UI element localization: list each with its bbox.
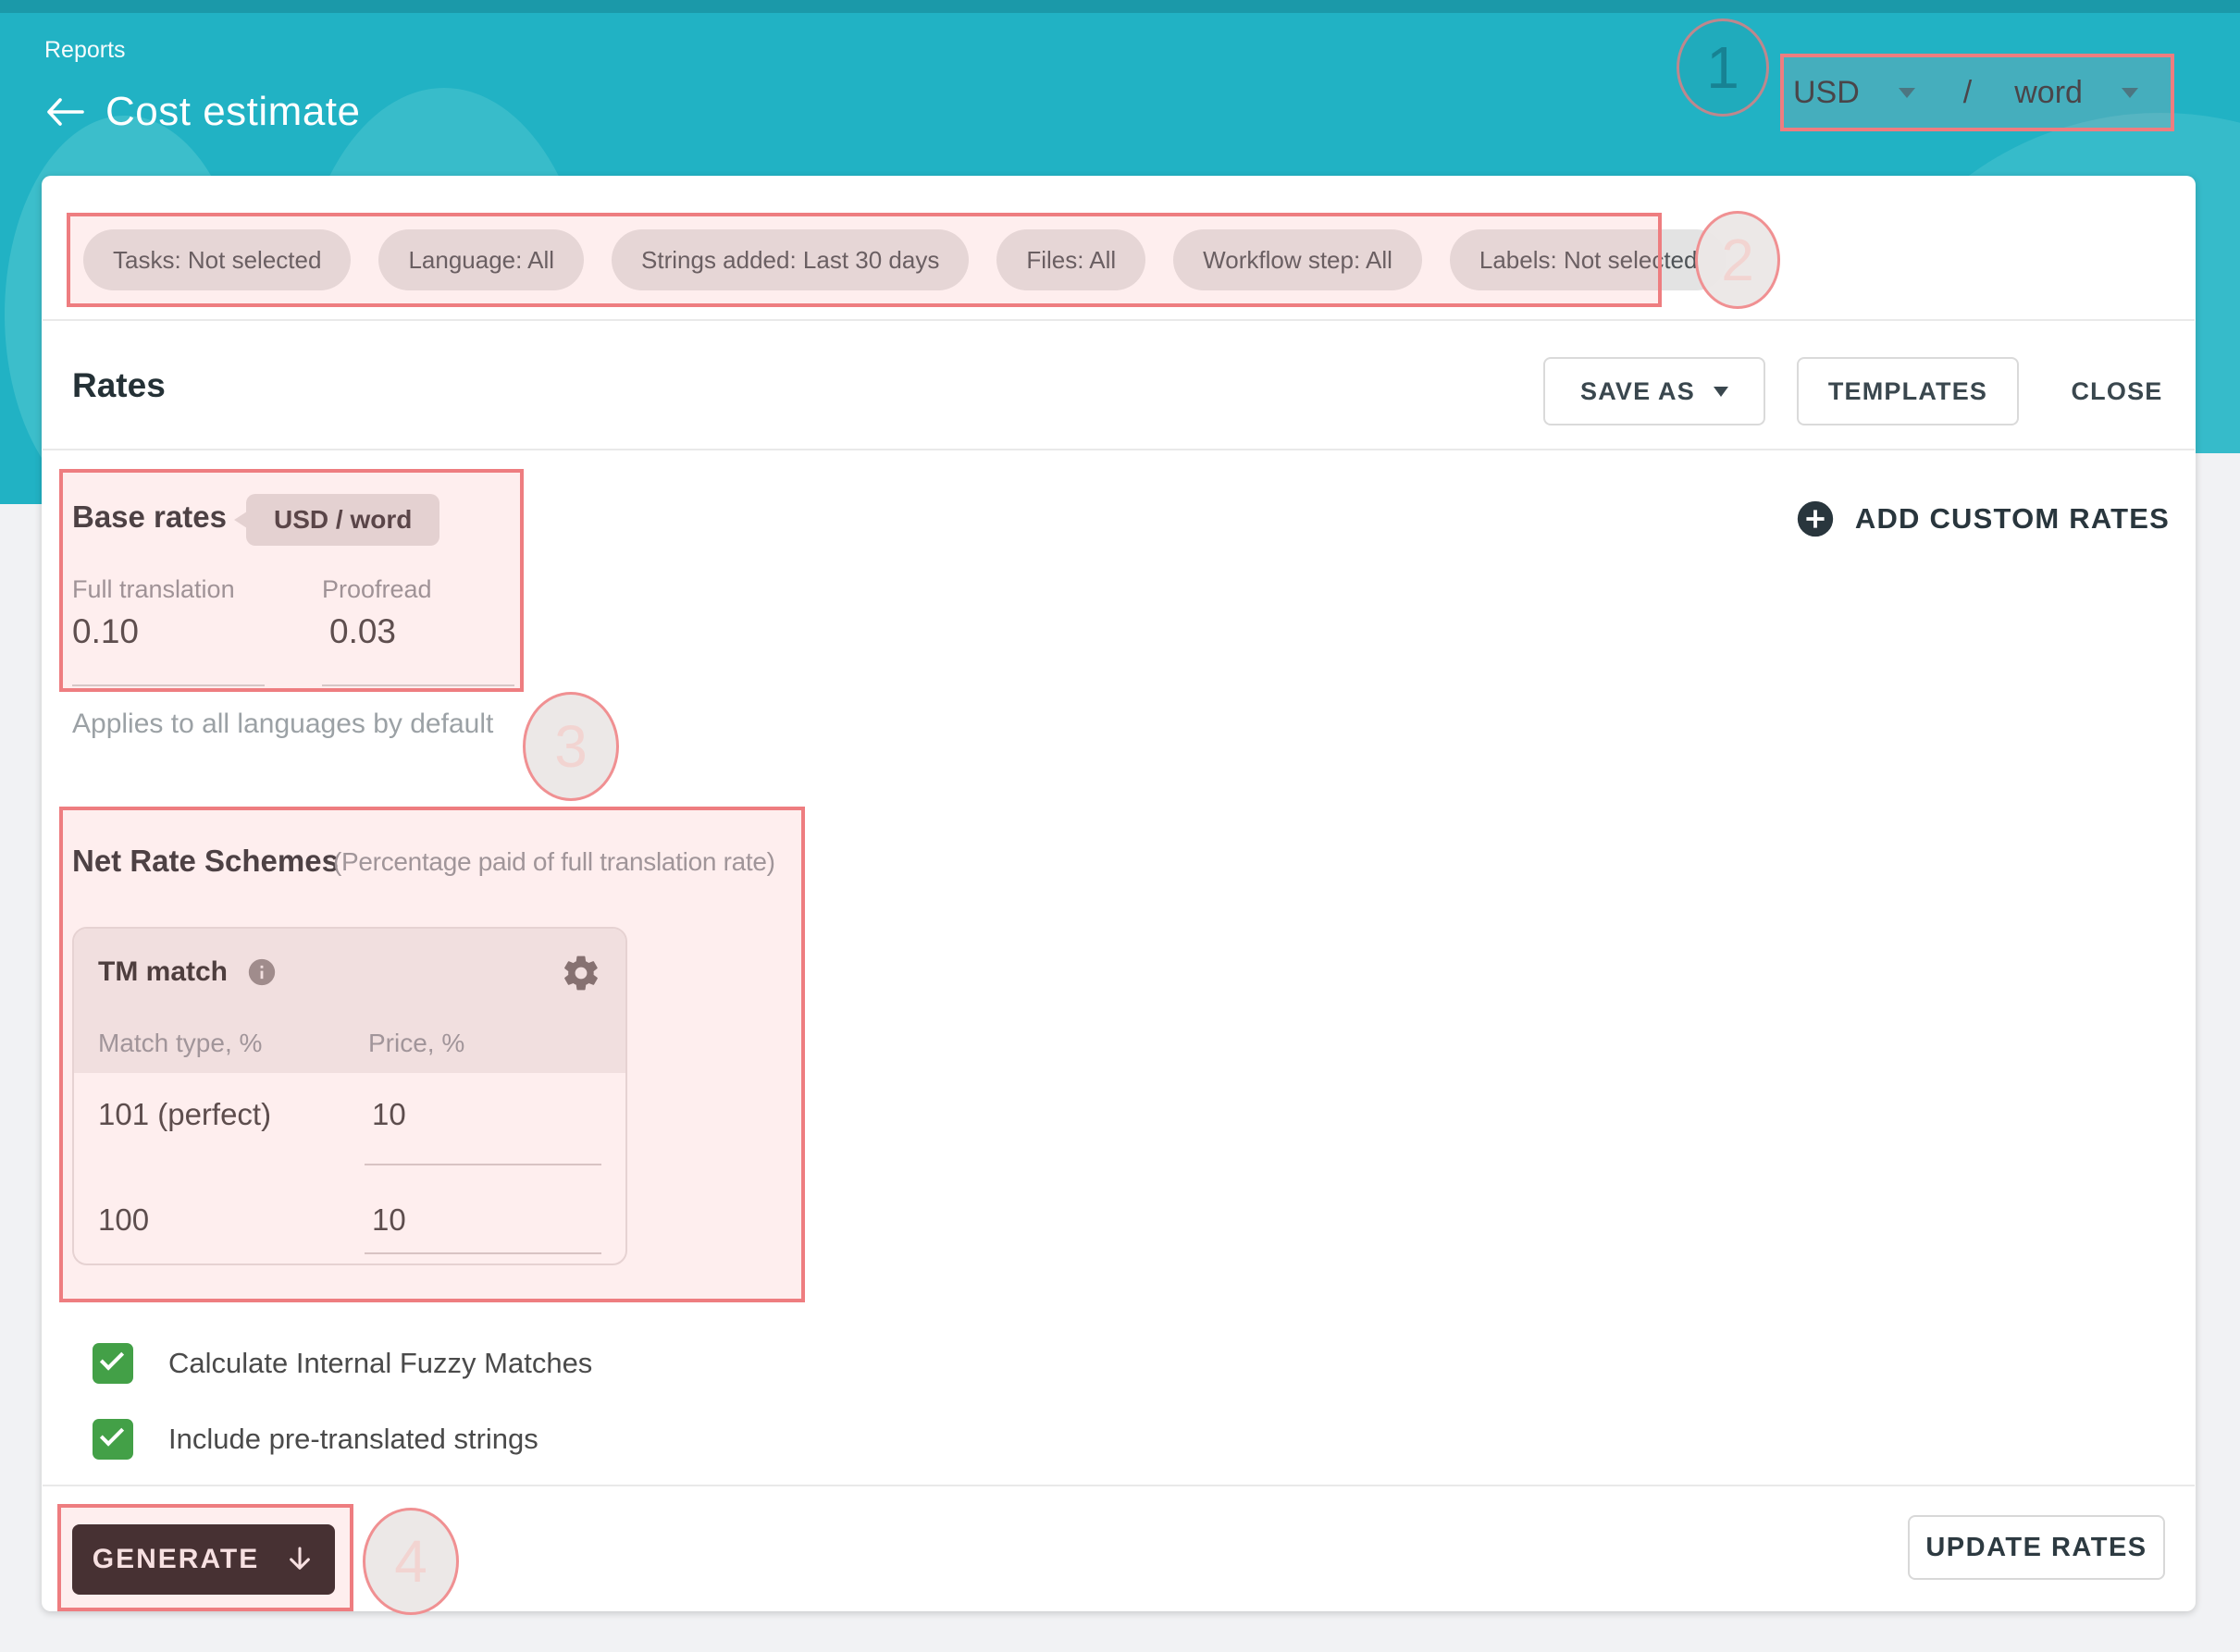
page-title: Cost estimate [105,89,360,135]
filter-chip-tasks[interactable]: Tasks: Not selected [83,229,351,290]
unit-badge: USD / word [246,494,439,546]
full-translation-input[interactable]: 0.10 [72,612,139,651]
fuzzy-matches-label: Calculate Internal Fuzzy Matches [168,1347,592,1380]
generate-button[interactable]: GENERATE [72,1524,335,1595]
tm-match-title: TM match [98,956,228,988]
top-strip [0,0,2240,13]
templates-label: TEMPLATES [1828,377,1987,406]
rates-section-title: Rates [72,366,166,405]
update-rates-button[interactable]: UPDATE RATES [1908,1515,2165,1580]
tm-match-card: TM match Match type, % Price, % 101 (per… [72,927,627,1265]
save-as-button[interactable]: SAVE AS [1543,357,1765,425]
update-rates-label: UPDATE RATES [1925,1533,2147,1563]
filter-chip-strings-added[interactable]: Strings added: Last 30 days [612,229,969,290]
report-unit-controls: USD / word [1793,61,2138,124]
input-underline [322,684,514,686]
generate-label: GENERATE [93,1544,259,1575]
proofread-input[interactable]: 0.03 [329,612,396,651]
templates-button[interactable]: TEMPLATES [1797,357,2019,425]
chevron-down-icon [1899,88,1915,98]
input-underline [365,1252,601,1254]
divider [43,1485,2195,1486]
match-type-column-header: Match type, % [98,1029,262,1058]
filter-chip-files[interactable]: Files: All [996,229,1145,290]
chevron-down-icon [2122,88,2138,98]
pretranslated-label: Include pre-translated strings [168,1423,538,1456]
breadcrumb[interactable]: Reports [44,37,126,64]
separator-label: / [1963,75,1972,111]
checkmark-icon [100,1346,124,1370]
fuzzy-matches-option[interactable]: Calculate Internal Fuzzy Matches [93,1343,592,1384]
match-type-100: 100 [98,1202,149,1238]
pretranslated-option[interactable]: Include pre-translated strings [93,1419,538,1460]
close-label: CLOSE [2071,377,2162,406]
divider [43,319,2195,321]
back-button[interactable] [44,95,85,129]
proofread-label: Proofread [322,575,432,604]
filter-chip-language[interactable]: Language: All [378,229,584,290]
price-input-101[interactable]: 10 [372,1097,406,1132]
price-column-header: Price, % [368,1029,464,1058]
info-icon[interactable] [246,956,278,988]
net-rate-schemes-subtitle: (Percentage paid of full translation rat… [333,847,775,877]
input-underline [365,1164,601,1165]
close-button[interactable]: CLOSE [2061,357,2172,425]
filter-chips: Tasks: Not selected Language: All String… [83,229,1726,290]
net-rate-schemes-title: Net Rate Schemes [72,844,339,879]
price-input-100[interactable]: 10 [372,1202,406,1238]
background-gap [2196,453,2240,505]
cost-estimate-page: Reports Cost estimate USD / word Tasks: … [0,0,2240,1652]
pretranslated-checkbox[interactable] [93,1419,133,1460]
fuzzy-matches-checkbox[interactable] [93,1343,133,1384]
download-arrow-icon [285,1545,315,1574]
divider [43,449,2195,450]
currency-value: USD [1793,75,1860,111]
currency-select[interactable]: USD [1793,75,1915,111]
input-underline [72,684,265,686]
full-translation-label: Full translation [72,575,235,604]
filter-chip-workflow-step[interactable]: Workflow step: All [1173,229,1422,290]
filter-chip-labels[interactable]: Labels: Not selected [1450,229,1727,290]
chevron-down-icon [1714,387,1728,397]
checkmark-icon [100,1422,124,1446]
unit-value: word [2014,75,2083,111]
save-as-label: SAVE AS [1580,377,1695,406]
left-arrow-icon [44,96,85,128]
title-row: Cost estimate [44,89,360,135]
plus-circle-icon [1794,498,1837,540]
add-custom-rates-button[interactable]: ADD CUSTOM RATES [1794,498,2170,540]
match-type-101: 101 (perfect) [98,1097,271,1132]
gear-icon[interactable] [561,953,601,993]
unit-select[interactable]: word [2014,75,2138,111]
base-rates-title: Base rates [72,499,227,535]
base-rates-note: Applies to all languages by default [72,709,493,740]
add-custom-rates-label: ADD CUSTOM RATES [1855,502,2170,536]
